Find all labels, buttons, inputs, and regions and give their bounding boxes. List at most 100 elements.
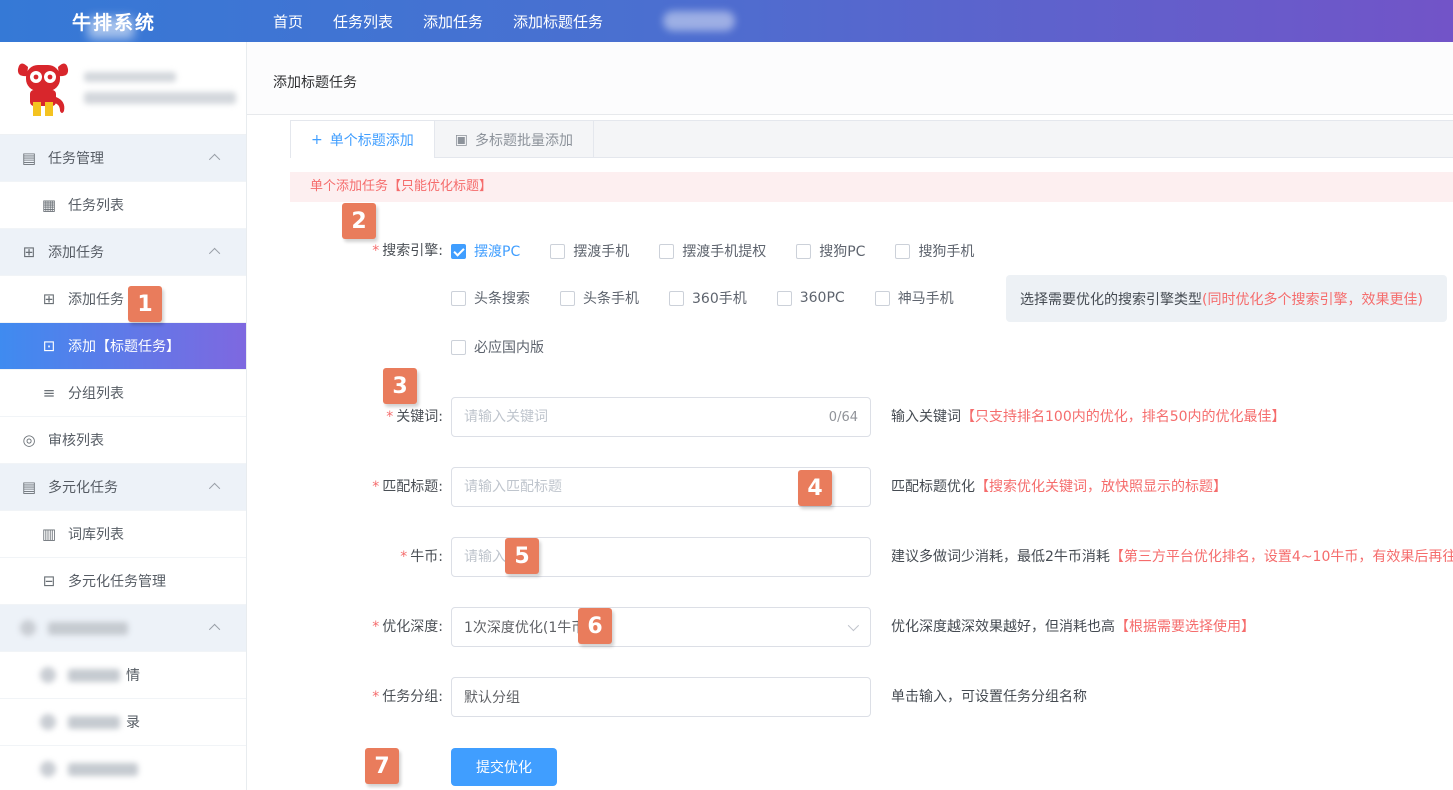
form-row-coin: *牛币: 建议多做词少消耗，最低2牛币消耗【第三方平台优化排名，设置4~10牛币… (290, 537, 1453, 577)
step-badge-2: 2 (342, 203, 376, 239)
page-title: 添加标题任务 (247, 42, 1453, 92)
depth-select[interactable]: 1次深度优化(1牛币) (451, 607, 871, 647)
coin-label: *牛币: (290, 537, 443, 577)
checkbox-checked-icon (451, 244, 466, 259)
sidebar-group-add-task[interactable]: ⊞ 添加任务 (0, 229, 246, 276)
brand-title: 牛排系统 (0, 8, 247, 35)
checkbox-360-pc[interactable]: 360PC (777, 290, 845, 306)
sidebar-item-add-title-task-active[interactable]: ⊡ 添加【标题任务】 (0, 323, 246, 370)
batch-add-icon: ▣ (455, 132, 468, 148)
engine-tip-box: 选择需要优化的搜索引擎类型(同时优化多个搜索引擎，效果更佳) (1006, 275, 1447, 322)
tab-multi-title-batch-add[interactable]: ▣ 多标题批量添加 (435, 121, 594, 158)
form-row-depth: *优化深度: 1次深度优化(1牛币) 优化深度越深效果越好，但消耗也高【根据需要… (290, 607, 1453, 647)
sidebar-item-diverse-task-management[interactable]: ⊟ 多元化任务管理 (0, 558, 246, 605)
checkbox-toutiao-mobile[interactable]: 头条手机 (560, 288, 639, 308)
form-row-search-engines-3: 必应国内版 (290, 327, 1453, 367)
sidebar-group-diverse-task[interactable]: ▤ 多元化任务 (0, 464, 246, 511)
brand-blur-patch (88, 17, 134, 39)
sidebar-item-word-library-list[interactable]: ▥ 词库列表 (0, 511, 246, 558)
sidebar-item-label: 添加任务 (68, 289, 124, 309)
blurred-icon (40, 761, 56, 777)
tab-single-title-add[interactable]: + 单个标题添加 (291, 121, 435, 158)
tab-label: 多标题批量添加 (475, 130, 573, 150)
tab-label: 单个标题添加 (330, 130, 414, 150)
sidebar-item-add-task[interactable]: ⊞ 添加任务 (0, 276, 246, 323)
checkbox-icon (550, 244, 565, 259)
add-title-task-icon: ⊡ (40, 337, 58, 355)
sidebar-item-blurred-1[interactable]: 情 (0, 652, 246, 699)
sidebar-group-task-management[interactable]: ▤ 任务管理 (0, 135, 246, 182)
checkbox-icon (895, 244, 910, 259)
checkbox-toutiao-search[interactable]: 头条搜索 (451, 288, 530, 308)
nav-item-add-title-task[interactable]: 添加标题任务 (513, 11, 603, 32)
step-badge-5: 5 (505, 538, 539, 574)
blurred-label (68, 669, 120, 682)
task-group-input[interactable] (464, 689, 858, 705)
required-mark: * (372, 619, 379, 635)
sidebar-group-label: 添加任务 (48, 242, 104, 262)
sidebar-item-label: 多元化任务管理 (68, 571, 166, 591)
checkbox-icon (669, 291, 684, 306)
sidebar: ▤ 任务管理 ▦ 任务列表 ⊞ 添加任务 ⊞ 添加任务 ⊡ 添加【标题任务】 ≡… (0, 42, 247, 790)
nav-item-blurred[interactable] (663, 11, 735, 31)
sidebar-item-label: 添加【标题任务】 (68, 336, 180, 356)
page-header: 添加标题任务 (247, 42, 1453, 115)
blurred-label (68, 763, 138, 776)
add-task-icon: ⊞ (40, 290, 58, 308)
sidebar-item-blurred-3[interactable] (0, 746, 246, 790)
checkbox-sogou-pc[interactable]: 搜狗PC (796, 241, 865, 261)
nav-item-home[interactable]: 首页 (273, 11, 303, 32)
sidebar-item-label: 审核列表 (48, 430, 104, 450)
form-row-match-title: *匹配标题: 匹配标题优化【搜索优化关键词，放快照显示的标题】 (290, 467, 1453, 507)
blurred-icon (40, 714, 56, 730)
checkbox-baidu-mobile-boost[interactable]: 摆渡手机提权 (659, 241, 766, 261)
checkbox-baidu-mobile[interactable]: 摆渡手机 (550, 241, 629, 261)
nav-menu: 首页 任务列表 添加任务 添加标题任务 (273, 11, 735, 32)
task-group-input-wrapper (451, 677, 871, 717)
checkbox-360-mobile[interactable]: 360手机 (669, 288, 747, 308)
nav-item-add-task[interactable]: 添加任务 (423, 11, 483, 32)
sidebar-group-label: 任务管理 (48, 148, 104, 168)
app-window: 牛排系统 首页 任务列表 添加任务 添加标题任务 (0, 0, 1453, 790)
checkbox-icon (451, 291, 466, 306)
match-title-hint: 匹配标题优化【搜索优化关键词，放快照显示的标题】 (891, 467, 1227, 507)
sidebar-item-label: 词库列表 (68, 524, 124, 544)
required-mark: * (372, 689, 379, 705)
checkbox-bing-cn[interactable]: 必应国内版 (451, 337, 544, 357)
nav-item-task-list[interactable]: 任务列表 (333, 11, 393, 32)
task-management-icon: ▤ (20, 149, 38, 167)
keyword-counter: 0/64 (829, 410, 858, 425)
blurred-icon (20, 620, 36, 636)
sidebar-item-label: 任务列表 (68, 195, 124, 215)
checkbox-shenma-mobile[interactable]: 神马手机 (875, 288, 954, 308)
brand-mascot-logo (14, 57, 72, 119)
keyword-input[interactable] (464, 409, 821, 425)
sidebar-group-label: 多元化任务 (48, 477, 118, 497)
keyword-label: *关键词: (290, 397, 443, 437)
required-mark: * (372, 479, 379, 495)
depth-select-value: 1次深度优化(1牛币) (464, 617, 848, 637)
sidebar-item-label-suffix: 录 (126, 712, 140, 732)
blurred-label (48, 622, 128, 635)
sidebar-group-blurred[interactable] (0, 605, 246, 652)
chevron-up-icon (209, 624, 220, 635)
blurred-label (68, 716, 120, 729)
sidebar-item-review-list[interactable]: ◎ 审核列表 (0, 417, 246, 464)
word-library-icon: ▥ (40, 525, 58, 543)
step-badge-6: 6 (578, 608, 612, 644)
submit-optimize-button[interactable]: 提交优化 (451, 748, 557, 786)
checkbox-sogou-mobile[interactable]: 搜狗手机 (895, 241, 974, 261)
sidebar-item-task-list[interactable]: ▦ 任务列表 (0, 182, 246, 229)
checkbox-icon (777, 291, 792, 306)
add-task-section-icon: ⊞ (20, 243, 38, 261)
task-list-icon: ▦ (40, 196, 58, 214)
engine-checkbox-row-1: 摆渡PC 摆渡手机 摆渡手机提权 搜狗PC 搜狗手机 (451, 231, 974, 271)
task-group-hint: 单击输入，可设置任务分组名称 (891, 677, 1087, 717)
chevron-up-icon (209, 248, 220, 259)
sidebar-item-group-list[interactable]: ≡ 分组列表 (0, 370, 246, 417)
checkbox-baidu-pc[interactable]: 摆渡PC (451, 241, 520, 261)
checkbox-icon (796, 244, 811, 259)
depth-hint: 优化深度越深效果越好，但消耗也高【根据需要选择使用】 (891, 607, 1255, 647)
sidebar-item-blurred-2[interactable]: 录 (0, 699, 246, 746)
keyword-input-wrapper: 0/64 (451, 397, 871, 437)
